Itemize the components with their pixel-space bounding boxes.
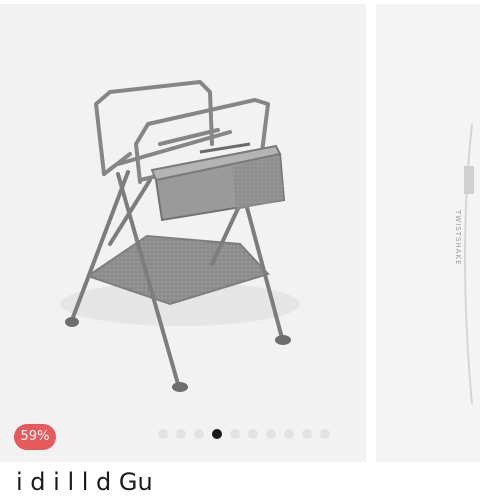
next-slide-brand-text: TWISTSHAKE — [454, 210, 462, 266]
product-image-next-peek[interactable]: TWISTSHAKE — [376, 4, 480, 462]
pagination-dot[interactable] — [194, 429, 204, 439]
pagination-dot[interactable] — [158, 429, 168, 439]
pagination-dot-active[interactable] — [212, 429, 222, 439]
product-image-main[interactable] — [0, 4, 366, 462]
pagination-dot[interactable] — [320, 429, 330, 439]
product-image-gallery[interactable]: TWISTSHAKE 59% — [0, 0, 480, 462]
pagination-dot[interactable] — [176, 429, 186, 439]
pagination-dot[interactable] — [284, 429, 294, 439]
pagination-dot[interactable] — [302, 429, 312, 439]
product-title: i d i l l d Gu — [16, 468, 153, 496]
discount-badge: 59% — [14, 424, 56, 450]
gallery-pagination-dots[interactable] — [158, 429, 330, 439]
pagination-dot[interactable] — [248, 429, 258, 439]
pagination-dot[interactable] — [266, 429, 276, 439]
pagination-dot[interactable] — [230, 429, 240, 439]
product-photo-bath-stand — [60, 80, 300, 392]
product-photo-next — [464, 123, 474, 405]
